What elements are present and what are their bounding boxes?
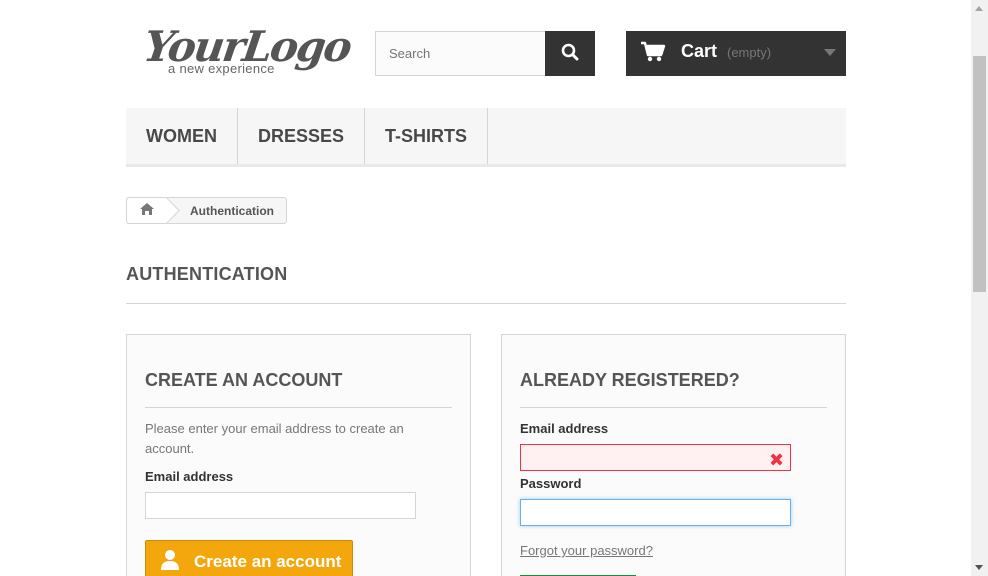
menu-item-t-shirts[interactable]: T-SHIRTS [365,108,489,164]
main-menu: WOMEN DRESSES T-SHIRTS [126,108,846,167]
cart-label: Cart [681,41,718,61]
cart-button[interactable]: Cart (empty) [626,31,846,76]
menu-item-women[interactable]: WOMEN [126,108,238,164]
login-email-field[interactable] [520,444,791,471]
page-scrollbar[interactable] [971,0,988,576]
login-form: ALREADY REGISTERED? Email address ✖ Pass… [501,334,846,576]
create-account-description: Please enter your email address to creat… [145,421,404,456]
search-button[interactable] [545,31,595,76]
page-title: AUTHENTICATION [126,264,846,304]
user-icon [146,541,194,576]
error-x-icon: ✖ [769,450,785,471]
create-email-label: Email address [145,469,234,484]
login-title: ALREADY REGISTERED? [520,370,827,408]
create-account-button-label: Create an account [194,552,342,571]
scroll-up-arrow-icon[interactable] [975,6,983,11]
search-icon [561,43,579,65]
login-email-label: Email address [520,421,609,436]
create-account-button[interactable]: Create an account [145,540,353,576]
chevron-down-icon [824,49,836,56]
site-logo[interactable]: YourLogo a new experience [140,20,354,80]
logo-tagline: a new experience [168,61,275,76]
menu-item-dresses[interactable]: DRESSES [238,108,366,164]
breadcrumb-current: Authentication [190,203,274,218]
breadcrumb: Authentication [126,197,287,224]
password-field[interactable] [520,499,791,526]
scroll-down-arrow-icon[interactable] [975,565,983,570]
create-account-title: CREATE AN ACCOUNT [145,370,452,408]
forgot-password-link[interactable]: Forgot your password? [520,543,653,558]
password-label: Password [520,476,582,491]
breadcrumb-home[interactable] [127,198,167,223]
home-icon [139,201,155,220]
search-input[interactable] [376,32,546,75]
shopping-cart-icon [640,41,666,67]
scrollbar-thumb[interactable] [973,56,986,292]
cart-status: (empty) [727,45,772,60]
search-bar [375,31,595,76]
create-account-form: CREATE AN ACCOUNT Please enter your emai… [126,334,471,576]
create-email-field[interactable] [145,492,416,519]
